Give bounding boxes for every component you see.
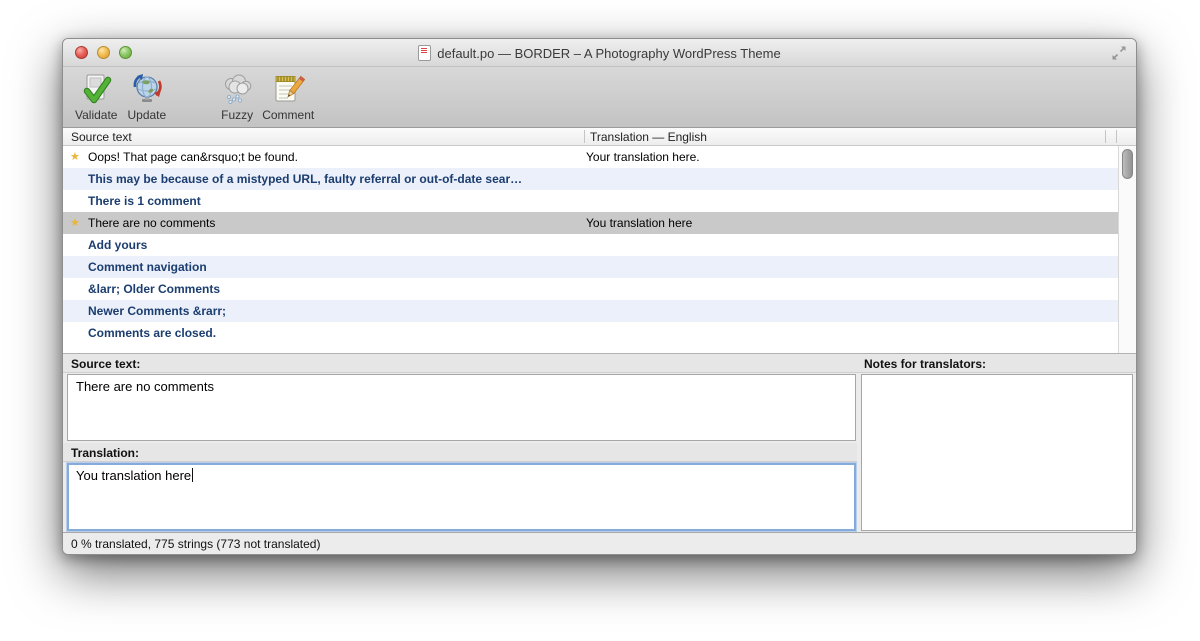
- row-translation-text: You translation here: [586, 212, 692, 234]
- row-source-text: Oops! That page can&rsquo;t be found.: [88, 146, 298, 168]
- status-text: 0 % translated, 775 strings (773 not tra…: [71, 537, 320, 551]
- row-source-text: Comment navigation: [88, 256, 207, 278]
- fuzzy-label: Fuzzy: [221, 108, 253, 122]
- table-row[interactable]: Comment navigation: [63, 256, 1136, 278]
- vertical-scrollbar[interactable]: [1118, 146, 1136, 353]
- table-row[interactable]: &larr; Older Comments: [63, 278, 1136, 300]
- row-source-text: This may be because of a mistyped URL, f…: [88, 168, 522, 190]
- fuzzy-button[interactable]: Fuzzy: [220, 73, 254, 122]
- status-bar: 0 % translated, 775 strings (773 not tra…: [63, 532, 1136, 554]
- comment-label: Comment: [262, 108, 314, 122]
- column-header-source[interactable]: Source text: [71, 130, 132, 144]
- star-icon: ★: [70, 212, 80, 234]
- source-text-label: Source text:: [71, 357, 140, 371]
- table-row[interactable]: There is 1 comment: [63, 190, 1136, 212]
- star-icon: ★: [70, 146, 80, 168]
- source-text-box: There are no comments: [67, 374, 856, 441]
- translation-label: Translation:: [71, 446, 139, 460]
- table-row[interactable]: Add yours: [63, 234, 1136, 256]
- fuzzy-icon: [220, 73, 254, 107]
- translation-input[interactable]: You translation here: [67, 463, 856, 531]
- row-source-text: Add yours: [88, 234, 147, 256]
- comment-icon: [271, 73, 305, 107]
- row-source-text: There are no comments: [88, 212, 215, 234]
- update-icon: [130, 73, 164, 107]
- translation-value: You translation here: [76, 468, 191, 483]
- row-source-text: There is 1 comment: [88, 190, 201, 212]
- table-row[interactable]: Newer Comments &rarr;: [63, 300, 1136, 322]
- update-button[interactable]: Update: [127, 73, 166, 122]
- table-row[interactable]: ★ There are no comments You translation he…: [63, 212, 1136, 234]
- app-window: default.po — BORDER – A Photography Word…: [62, 38, 1137, 555]
- table-row[interactable]: Comments are closed.: [63, 322, 1136, 344]
- column-divider: [1116, 130, 1117, 143]
- text-caret: [192, 468, 193, 482]
- validate-label: Validate: [75, 108, 117, 122]
- validate-button[interactable]: Validate: [75, 73, 117, 122]
- window-title: default.po — BORDER – A Photography Word…: [437, 46, 780, 61]
- column-divider[interactable]: [584, 130, 585, 143]
- comment-button[interactable]: Comment: [262, 73, 314, 122]
- validate-icon: [79, 73, 113, 107]
- table-body[interactable]: ★ Oops! That page can&rsquo;t be found. Yo…: [63, 146, 1136, 353]
- toolbar: Validate Update: [63, 67, 1136, 128]
- fullscreen-icon[interactable]: [1110, 45, 1128, 61]
- table-row[interactable]: ★ Oops! That page can&rsquo;t be found. Yo…: [63, 146, 1136, 168]
- source-text-value: There are no comments: [76, 379, 214, 394]
- column-divider[interactable]: [1105, 130, 1106, 143]
- title-bar[interactable]: default.po — BORDER – A Photography Word…: [63, 39, 1136, 67]
- translation-label-bar: Translation:: [63, 443, 857, 462]
- list-header[interactable]: Source text Translation — English: [63, 128, 1136, 146]
- scrollbar-thumb[interactable]: [1122, 149, 1133, 179]
- update-label: Update: [127, 108, 166, 122]
- notes-box: [861, 374, 1133, 531]
- row-source-text: Newer Comments &rarr;: [88, 300, 226, 322]
- row-source-text: Comments are closed.: [88, 322, 216, 344]
- row-source-text: &larr; Older Comments: [88, 278, 220, 300]
- document-proxy-icon: [418, 45, 431, 61]
- panel-label-bar: Source text: Notes for translators:: [63, 353, 1136, 373]
- column-header-translation[interactable]: Translation — English: [590, 130, 707, 144]
- notes-label: Notes for translators:: [864, 357, 986, 371]
- row-translation-text: Your translation here.: [586, 146, 700, 168]
- table-row[interactable]: This may be because of a mistyped URL, f…: [63, 168, 1136, 190]
